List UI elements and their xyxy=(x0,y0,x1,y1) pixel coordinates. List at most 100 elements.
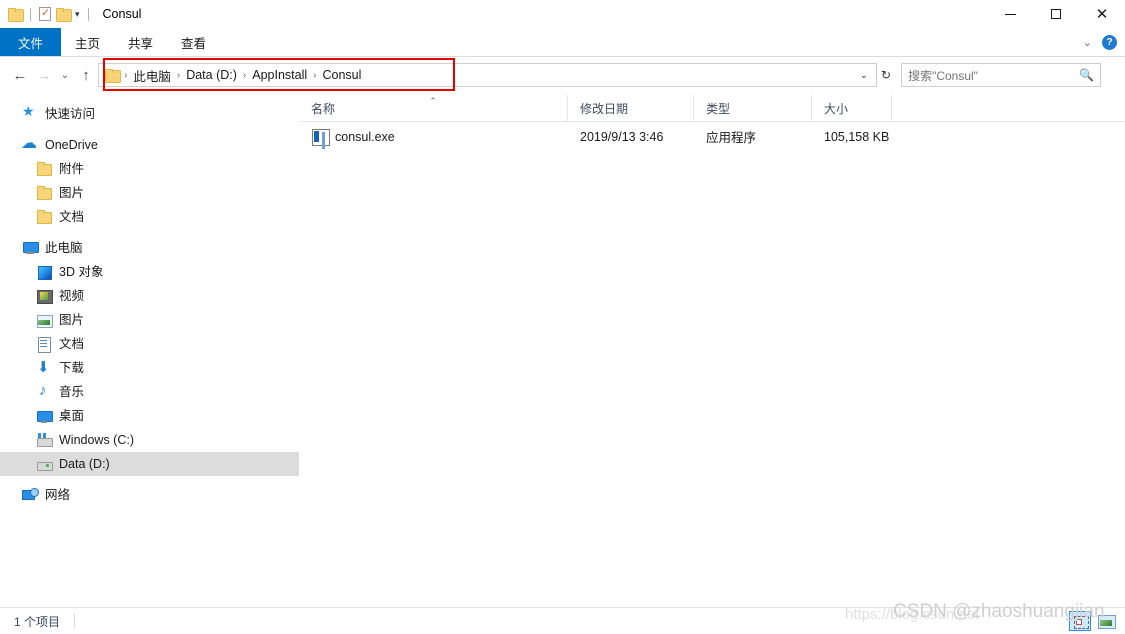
sidebar-item-onedrive-documents[interactable]: 文档 xyxy=(0,205,299,229)
forward-button[interactable]: → xyxy=(32,63,56,87)
maximize-button[interactable] xyxy=(1033,0,1079,28)
window-title: Consul xyxy=(102,7,142,21)
column-label: 名称 xyxy=(311,102,336,116)
sidebar-item-label: 桌面 xyxy=(59,409,85,423)
sidebar-item-label: 附件 xyxy=(59,162,85,176)
properties-icon[interactable] xyxy=(39,6,51,21)
sidebar-item-label: 图片 xyxy=(59,186,85,200)
sidebar-item-label: 图片 xyxy=(59,313,85,327)
address-folder-icon xyxy=(105,69,121,83)
watermark-credit: CSDN @zhaoshuangjian xyxy=(893,601,1105,622)
sidebar-item-network[interactable]: 网络 xyxy=(0,483,299,507)
navigation-bar: ← → ⌄ ↑ › 此电脑 › Data (D:) › AppInstall ›… xyxy=(0,57,1125,93)
sidebar-item-data-d[interactable]: Data (D:) xyxy=(0,452,299,476)
item-count-label: 1 个项目 xyxy=(14,614,61,629)
refresh-icon[interactable]: ↻ xyxy=(877,68,895,82)
customize-quick-access-caret[interactable]: ▾ xyxy=(75,9,80,19)
title-bar: ▾ Consul ✕ xyxy=(0,0,1125,28)
videos-icon xyxy=(36,288,53,304)
file-date-cell: 2019/9/13 3:46 xyxy=(580,129,664,144)
sidebar-item-label: OneDrive xyxy=(45,138,98,152)
file-size-cell: 105,158 KB xyxy=(824,129,890,144)
navigation-pane: 快速访问 OneDrive 附件 图片 文档 此电脑 3D 对象 xyxy=(0,95,299,607)
sidebar-item-label: 音乐 xyxy=(59,385,85,399)
file-list-pane: ⌃ 名称 修改日期 类型 大小 consul.exe 2019/9/13 3:4… xyxy=(299,95,1125,607)
sidebar-item-downloads[interactable]: 下载 xyxy=(0,356,299,380)
drive-icon xyxy=(36,456,53,472)
downloads-icon xyxy=(36,358,52,376)
search-icon[interactable]: 🔍 xyxy=(1079,68,1094,82)
file-name-cell[interactable]: consul.exe xyxy=(299,129,568,146)
sidebar-item-label: 视频 xyxy=(59,289,85,303)
sidebar-item-this-pc[interactable]: 此电脑 xyxy=(0,236,299,260)
cloud-icon xyxy=(21,133,38,153)
recent-locations-button[interactable]: ⌄ xyxy=(56,63,74,87)
sidebar-spacer-top xyxy=(0,95,299,102)
tab-home[interactable]: 主页 xyxy=(61,28,114,56)
sidebar-item-music[interactable]: 音乐 xyxy=(0,380,299,404)
sidebar-item-attachments[interactable]: 附件 xyxy=(0,157,299,181)
folder-icon xyxy=(36,185,52,201)
qat-divider-2 xyxy=(87,7,89,21)
file-explorer-window: ▾ Consul ✕ 文件 主页 共享 查看 ⌄ ? ← → ⌄ ↑ › 此电 xyxy=(0,0,1125,634)
column-header-name[interactable]: ⌃ 名称 xyxy=(299,95,568,122)
chevron-down-icon[interactable]: ⌄ xyxy=(1083,36,1092,49)
new-folder-icon[interactable] xyxy=(56,8,72,22)
pin-star-icon xyxy=(22,103,38,122)
sidebar-item-quick-access[interactable]: 快速访问 xyxy=(0,102,299,126)
minimize-button[interactable] xyxy=(987,0,1033,28)
column-header-type[interactable]: 类型 xyxy=(694,95,812,122)
quick-access-toolbar: ▾ Consul xyxy=(0,0,141,28)
search-box[interactable]: 搜索"Consul" 🔍 xyxy=(901,63,1102,87)
column-label: 修改日期 xyxy=(580,102,629,116)
address-bar[interactable]: › 此电脑 › Data (D:) › AppInstall › Consul … xyxy=(98,63,877,87)
close-icon: ✕ xyxy=(1095,5,1109,23)
sidebar-item-onedrive[interactable]: OneDrive xyxy=(0,133,299,157)
sidebar-item-pictures[interactable]: 图片 xyxy=(0,308,299,332)
sidebar-item-label: 文档 xyxy=(59,210,85,224)
close-button[interactable]: ✕ xyxy=(1079,0,1125,28)
sidebar-item-documents[interactable]: 文档 xyxy=(0,332,299,356)
column-header-size[interactable]: 大小 xyxy=(812,95,892,122)
sidebar-item-videos[interactable]: 视频 xyxy=(0,284,299,308)
table-row[interactable]: consul.exe 2019/9/13 3:46 应用程序 105,158 K… xyxy=(299,122,1125,151)
folder-icon[interactable] xyxy=(8,8,24,22)
tab-view[interactable]: 查看 xyxy=(167,28,220,56)
breadcrumb-item-consul[interactable]: Consul xyxy=(318,67,367,83)
breadcrumb-item-appinstall[interactable]: AppInstall xyxy=(247,67,312,83)
window-controls: ✕ xyxy=(987,0,1125,28)
sidebar-item-onedrive-pictures[interactable]: 图片 xyxy=(0,181,299,205)
ribbon-tab-bar: 文件 主页 共享 查看 ⌄ ? xyxy=(0,28,1125,56)
sidebar-item-desktop[interactable]: 桌面 xyxy=(0,404,299,428)
sidebar-item-3d-objects[interactable]: 3D 对象 xyxy=(0,260,299,284)
back-button[interactable]: ← xyxy=(8,63,32,87)
sidebar-item-windows-c[interactable]: Windows (C:) xyxy=(0,428,299,452)
system-drive-icon xyxy=(36,432,53,448)
help-icon[interactable]: ? xyxy=(1102,34,1117,50)
pictures-icon xyxy=(36,312,53,328)
breadcrumb-item-data-d[interactable]: Data (D:) xyxy=(181,67,242,83)
address-dropdown-icon[interactable]: ⌄ xyxy=(856,70,872,81)
breadcrumb-item-this-pc[interactable]: 此电脑 xyxy=(128,65,176,86)
breadcrumb: › 此电脑 › Data (D:) › AppInstall › Consul xyxy=(123,65,856,86)
tab-file[interactable]: 文件 xyxy=(0,28,62,56)
column-header-row: ⌃ 名称 修改日期 类型 大小 xyxy=(299,95,1125,122)
up-button[interactable]: ↑ xyxy=(74,63,98,87)
folder-icon xyxy=(36,161,52,177)
folder-icon xyxy=(36,209,52,225)
tab-share[interactable]: 共享 xyxy=(114,28,167,56)
column-label: 类型 xyxy=(706,102,731,116)
maximize-icon xyxy=(1051,9,1061,19)
file-name-label: consul.exe xyxy=(335,129,395,144)
column-header-date-modified[interactable]: 修改日期 xyxy=(568,95,694,122)
computer-icon xyxy=(22,240,39,256)
search-input[interactable]: 搜索"Consul" xyxy=(908,67,1079,84)
sidebar-item-label: 此电脑 xyxy=(45,241,83,255)
sidebar-item-label: 快速访问 xyxy=(45,107,96,121)
qat-divider-1 xyxy=(30,7,31,21)
sidebar-item-label: 文档 xyxy=(59,337,85,351)
sidebar-item-label: 下载 xyxy=(59,361,85,375)
